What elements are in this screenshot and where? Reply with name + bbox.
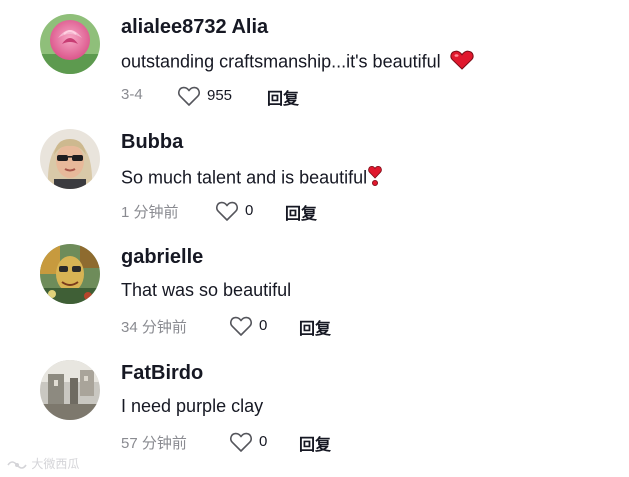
photo-avatar-icon xyxy=(40,360,100,420)
username[interactable]: Bubba xyxy=(121,131,183,154)
sunglasses-person-avatar-icon xyxy=(40,129,100,189)
timestamp: 3-4 xyxy=(121,86,143,103)
heart-exclamation-icon xyxy=(368,165,382,192)
comment-text: I need purple clay xyxy=(121,396,264,416)
heart-outline-icon xyxy=(230,316,252,336)
watermark: 大微西瓜 xyxy=(6,455,79,472)
heart-outline-icon xyxy=(178,86,200,106)
comment-text: outstanding craftsmanship...it's beautif… xyxy=(121,50,474,75)
username[interactable]: gabrielle xyxy=(121,246,203,269)
comment-text: That was so beautiful xyxy=(121,280,292,300)
avatar[interactable] xyxy=(40,244,100,304)
reply-button[interactable]: 回复 xyxy=(285,200,317,224)
comment-item: gabrielle That was so beautiful 34 分钟前 0… xyxy=(0,244,629,354)
reply-button[interactable]: 回复 xyxy=(299,315,331,339)
comment-text-content: So much talent and is beautiful xyxy=(121,167,368,188)
comment-text-content: outstanding craftsmanship...it's beautif… xyxy=(121,51,441,72)
comment-item: Bubba So much talent and is beautiful 1 … xyxy=(0,129,629,239)
like-count: 0 xyxy=(259,317,268,334)
username[interactable]: alialee8732 Alia xyxy=(121,16,268,39)
like-count: 955 xyxy=(207,87,233,104)
avatar[interactable] xyxy=(40,14,100,74)
comment-item: alialee8732 Alia outstanding craftsmansh… xyxy=(0,14,629,124)
avatar[interactable] xyxy=(40,360,100,420)
avatar[interactable] xyxy=(40,129,100,189)
red-heart-icon xyxy=(450,50,474,75)
pink-rose-avatar-icon xyxy=(40,14,100,74)
comment-item: FatBirdo I need purple clay 57 分钟前 0 回复 xyxy=(0,360,629,470)
artwork-avatar-icon xyxy=(40,244,100,304)
comment-text: So much talent and is beautiful xyxy=(121,165,382,192)
watermark-text: 大微西瓜 xyxy=(31,457,80,471)
username[interactable]: FatBirdo xyxy=(121,362,203,385)
timestamp: 34 分钟前 xyxy=(121,319,187,336)
timestamp: 1 分钟前 xyxy=(121,204,179,221)
watermark-logo-icon xyxy=(7,461,27,469)
like-count: 0 xyxy=(245,202,254,219)
reply-button[interactable]: 回复 xyxy=(267,85,299,109)
heart-outline-icon xyxy=(216,201,238,221)
comment-list: alialee8732 Alia outstanding craftsmansh… xyxy=(0,0,629,477)
heart-outline-icon xyxy=(230,432,252,452)
timestamp: 57 分钟前 xyxy=(121,435,187,452)
like-count: 0 xyxy=(259,433,268,450)
reply-button[interactable]: 回复 xyxy=(299,431,331,455)
